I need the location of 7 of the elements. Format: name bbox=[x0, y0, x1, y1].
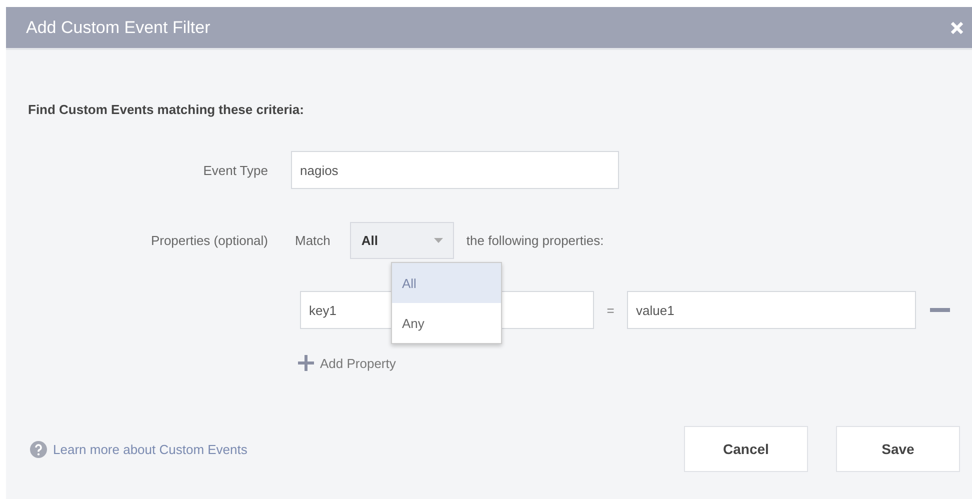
equals-sign: = bbox=[606, 302, 616, 318]
event-type-label: Event Type bbox=[202, 162, 269, 178]
match-label: Match bbox=[295, 233, 330, 248]
match-suffix-text: the following properties: bbox=[466, 233, 604, 248]
properties-label: Properties (optional) bbox=[150, 233, 269, 248]
dialog-title: Add Custom Event Filter bbox=[26, 18, 210, 38]
criteria-heading: Find Custom Events matching these criteria: bbox=[28, 102, 305, 117]
